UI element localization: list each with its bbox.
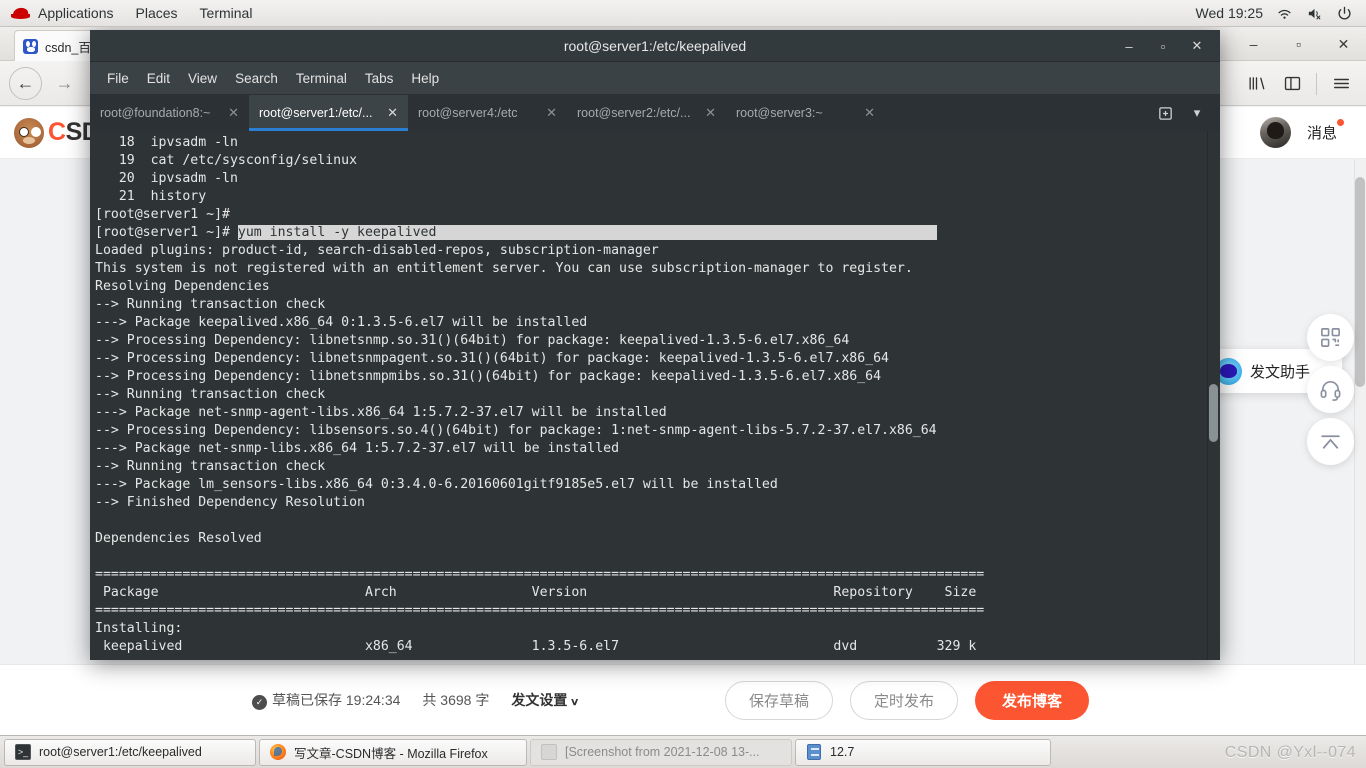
terminal-scrollbar-thumb[interactable] — [1209, 384, 1218, 442]
taskbar-item-files[interactable]: 12.7 — [795, 738, 1051, 766]
schedule-publish-button[interactable]: 定时发布 — [849, 680, 958, 720]
editor-footer-bar: ✓草稿已保存 19:24:34 共 3698 字 发文设置 保存草稿 定时发布 … — [0, 664, 1366, 735]
page-scrollbar[interactable] — [1354, 159, 1366, 684]
toolbar-divider — [1316, 72, 1317, 95]
firefox-maximize-button[interactable]: ▫ — [1276, 27, 1321, 61]
forward-button[interactable]: → — [48, 67, 81, 100]
gnome-terminal-window: root@server1:/etc/keepalived – ▫ ✕ File … — [90, 30, 1220, 660]
clock-label[interactable]: Wed 19:25 — [1196, 5, 1263, 21]
back-to-top-icon[interactable] — [1307, 418, 1354, 465]
terminal-tab-server4[interactable]: root@server4:/etc ✕ — [408, 95, 567, 131]
places-menu-label: Places — [135, 5, 178, 21]
notification-dot — [1337, 119, 1344, 126]
applications-menu[interactable]: Applications — [0, 0, 125, 27]
menu-edit[interactable]: Edit — [138, 62, 179, 95]
taskbar-item-terminal[interactable]: >_ root@server1:/etc/keepalived — [4, 738, 256, 766]
menu-file[interactable]: File — [98, 62, 138, 95]
word-count-label: 共 3698 字 — [422, 692, 490, 708]
terminal-maximize-button[interactable]: ▫ — [1146, 30, 1180, 62]
csdn-monkey-logo-icon — [14, 117, 44, 148]
wifi-icon[interactable] — [1276, 5, 1293, 22]
headset-support-icon[interactable] — [1307, 366, 1354, 413]
terminal-tab-foundation8[interactable]: root@foundation8:~ ✕ — [90, 95, 249, 131]
check-icon: ✓ — [252, 695, 267, 710]
qr-code-icon[interactable] — [1307, 314, 1354, 361]
terminal-tab-server3[interactable]: root@server3:~ ✕ — [726, 95, 885, 131]
terminal-selected-command: yum install -y keepalived — [237, 225, 937, 240]
user-avatar[interactable] — [1259, 117, 1291, 148]
terminal-tab-label: root@server1:/etc/... — [259, 106, 373, 120]
firefox-icon — [270, 744, 286, 760]
tab-close-icon[interactable]: ✕ — [387, 105, 398, 121]
draft-saved-label: 草稿已保存 19:24:34 — [272, 692, 401, 708]
terminal-output[interactable]: 18 ipvsadm -ln 19 cat /etc/sysconfig/sel… — [90, 131, 1220, 660]
new-tab-icon[interactable] — [1150, 95, 1180, 131]
baidu-favicon-icon — [23, 38, 38, 54]
terminal-scrollbar[interactable] — [1207, 131, 1220, 660]
csdn-logo-accent: C — [48, 118, 66, 146]
tab-close-icon[interactable]: ✕ — [864, 105, 875, 121]
terminal-tabbar: root@foundation8:~ ✕ root@server1:/etc/.… — [90, 95, 1220, 131]
gnome-top-bar: Applications Places Terminal Wed 19:25 — [0, 0, 1366, 27]
applications-menu-label: Applications — [38, 5, 114, 21]
taskbar-item-label: root@server1:/etc/keepalived — [39, 745, 202, 759]
redhat-logo-icon — [11, 6, 31, 20]
terminal-tab-label: root@foundation8:~ — [100, 106, 211, 120]
taskbar: >_ root@server1:/etc/keepalived 写文章-CSDN… — [0, 735, 1366, 768]
tab-close-icon[interactable]: ✕ — [228, 105, 239, 121]
page-scrollbar-thumb[interactable] — [1355, 177, 1365, 387]
terminal-minimize-button[interactable]: – — [1112, 30, 1146, 62]
terminal-menu[interactable]: Terminal — [189, 0, 264, 27]
menu-tabs[interactable]: Tabs — [356, 62, 403, 95]
assistant-label: 发文助手 — [1250, 363, 1311, 381]
power-icon[interactable] — [1336, 5, 1353, 22]
terminal-menubar: File Edit View Search Terminal Tabs Help — [90, 62, 1220, 95]
library-icon[interactable] — [1239, 67, 1273, 101]
terminal-window-controls: – ▫ ✕ — [1112, 30, 1214, 62]
messages-menu[interactable]: 消息 — [1306, 119, 1344, 143]
menu-help[interactable]: Help — [402, 62, 448, 95]
terminal-title: root@server1:/etc/keepalived — [563, 37, 747, 54]
tab-close-icon[interactable]: ✕ — [705, 105, 716, 121]
messages-label: 消息 — [1306, 125, 1337, 142]
taskbar-item-screenshot[interactable]: [Screenshot from 2021-12-08 13-... — [530, 738, 792, 766]
save-draft-button[interactable]: 保存草稿 — [724, 680, 833, 720]
taskbar-item-firefox[interactable]: 写文章-CSDN博客 - Mozilla Firefox — [259, 738, 527, 766]
chevron-down-icon[interactable]: ▾ — [1182, 95, 1212, 131]
hamburger-menu-icon[interactable] — [1324, 67, 1358, 101]
publish-settings-dropdown[interactable]: 发文设置 — [511, 690, 578, 710]
terminal-icon: >_ — [15, 744, 31, 760]
firefox-window-controls: – ▫ ✕ — [1231, 27, 1366, 61]
volume-muted-icon[interactable] — [1306, 5, 1323, 22]
terminal-menu-label: Terminal — [199, 5, 253, 21]
back-button[interactable]: ← — [9, 66, 42, 100]
image-viewer-icon — [541, 744, 557, 760]
taskbar-item-label: [Screenshot from 2021-12-08 13-... — [565, 745, 760, 759]
places-menu[interactable]: Places — [125, 0, 189, 27]
menu-terminal[interactable]: Terminal — [287, 62, 356, 95]
taskbar-item-label: 12.7 — [830, 745, 855, 759]
terminal-tab-label: root@server4:/etc — [418, 106, 518, 120]
terminal-close-button[interactable]: ✕ — [1180, 30, 1214, 62]
file-manager-icon — [806, 744, 822, 760]
terminal-tab-label: root@server3:~ — [736, 106, 823, 120]
tab-close-icon[interactable]: ✕ — [546, 105, 557, 121]
terminal-tab-label: root@server2:/etc/... — [577, 106, 691, 120]
terminal-tab-server1[interactable]: root@server1:/etc/... ✕ — [249, 95, 408, 131]
terminal-titlebar[interactable]: root@server1:/etc/keepalived – ▫ ✕ — [90, 30, 1220, 62]
publish-blog-button[interactable]: 发布博客 — [974, 680, 1089, 720]
terminal-text-after: Loaded plugins: product-id, search-disab… — [95, 243, 985, 654]
menu-search[interactable]: Search — [226, 62, 287, 95]
firefox-close-button[interactable]: ✕ — [1321, 27, 1366, 61]
terminal-tab-server2[interactable]: root@server2:/etc/... ✕ — [567, 95, 726, 131]
taskbar-item-label: 写文章-CSDN博客 - Mozilla Firefox — [294, 746, 488, 761]
sidebar-icon[interactable] — [1275, 67, 1309, 101]
draft-saved-status: ✓ 草稿已保存 19:24:34 — [252, 690, 400, 710]
firefox-minimize-button[interactable]: – — [1231, 27, 1276, 61]
menu-view[interactable]: View — [179, 62, 226, 95]
